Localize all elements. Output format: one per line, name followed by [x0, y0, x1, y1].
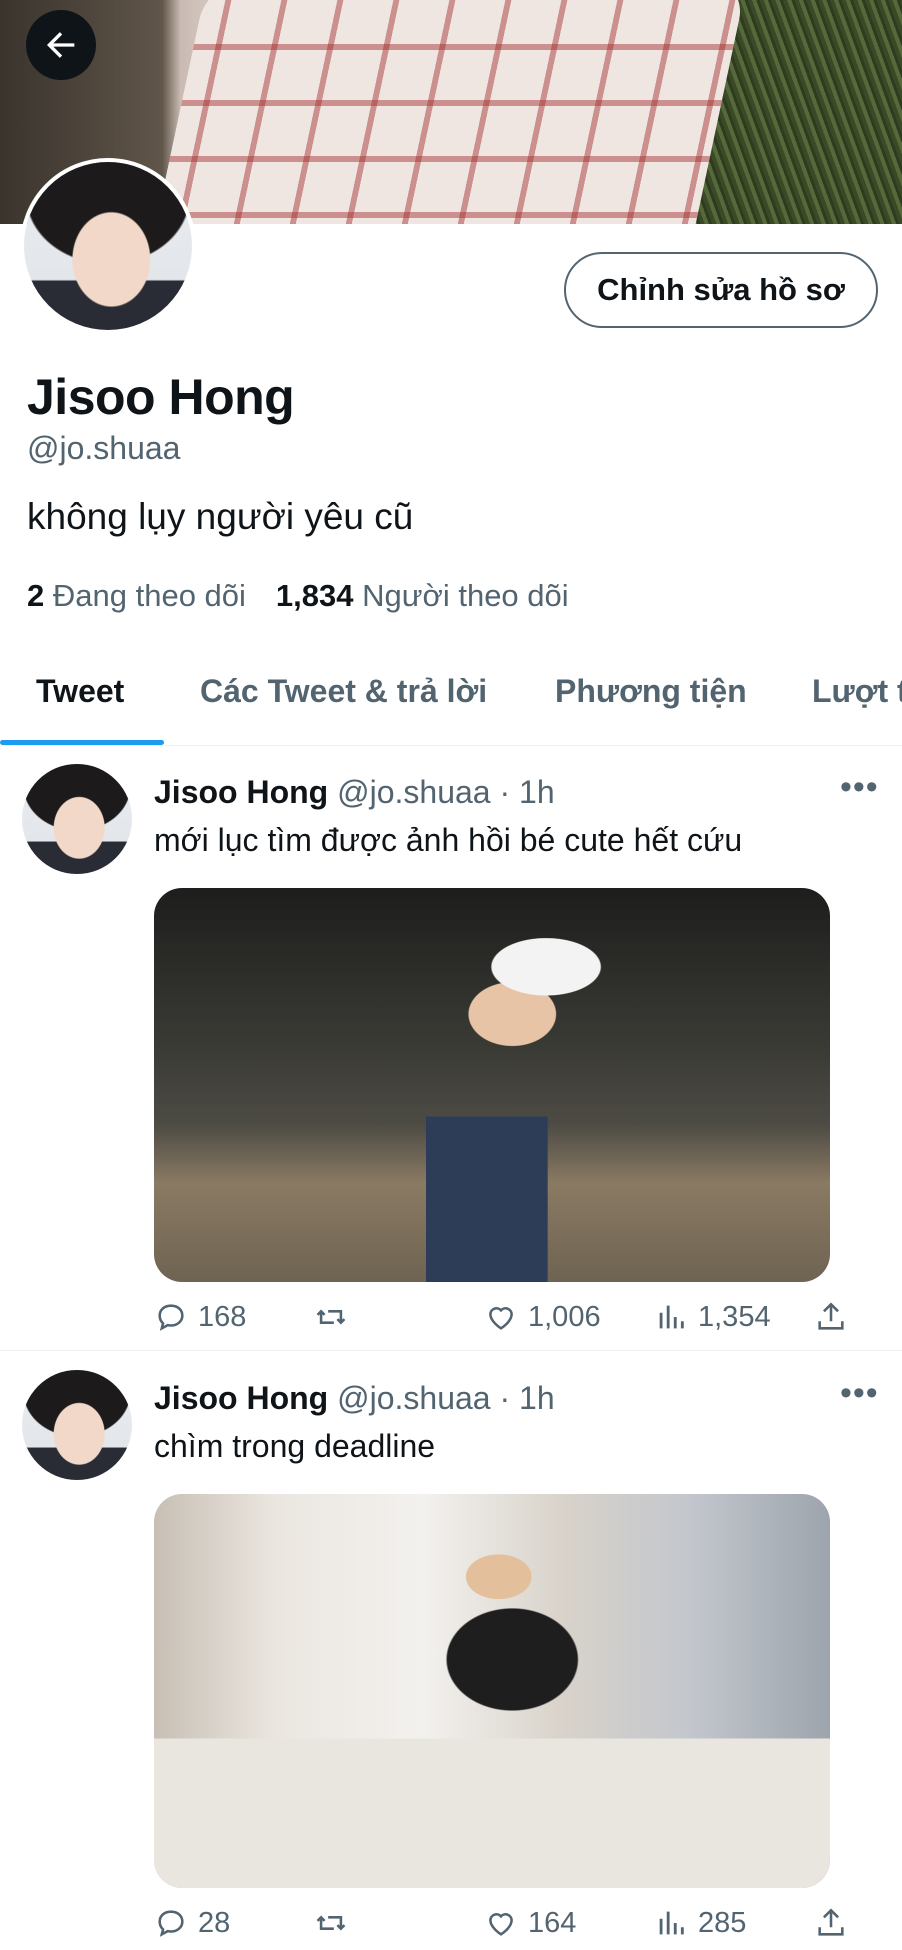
banner-plaid	[152, 0, 748, 224]
tweet-photo	[154, 1494, 830, 1888]
back-button[interactable]	[26, 10, 96, 80]
reply-icon	[158, 1910, 184, 1937]
tweet-author-name[interactable]: Jisoo Hong	[154, 774, 328, 810]
tweet-media[interactable]	[154, 1494, 830, 1888]
reply-icon	[158, 1304, 184, 1331]
tab-likes[interactable]: Lượt t	[812, 673, 902, 710]
follow-stats: 2 Đang theo dõi 1,834 Người theo dõi	[27, 578, 599, 614]
tweet-text: mới lục tìm được ảnh hồi bé cute hết cứu	[154, 822, 743, 858]
followers-link[interactable]: 1,834 Người theo dõi	[276, 578, 569, 614]
tweet-text: chìm trong deadline	[154, 1428, 436, 1464]
like-count: 164	[528, 1906, 577, 1939]
like-icon	[489, 1307, 513, 1330]
views-count: 1,354	[698, 1300, 771, 1333]
tweet-actions: 168 1,006 1,354	[154, 1300, 854, 1344]
tweet-photo	[154, 888, 830, 1282]
following-label: Đang theo dõi	[52, 578, 246, 613]
tweet-divider	[0, 1350, 902, 1351]
avatar-image	[22, 764, 132, 874]
active-tab-indicator	[0, 740, 164, 745]
following-count: 2	[27, 578, 45, 613]
share-icon	[818, 1908, 844, 1936]
tweet-avatar[interactable]	[22, 764, 132, 874]
tweet-actions: 28 164 285	[154, 1906, 854, 1950]
profile-tabs: Tweet Các Tweet & trả lời Phương tiện Lư…	[0, 655, 902, 746]
retweet-icon	[316, 1915, 346, 1931]
retweet-icon	[316, 1309, 346, 1325]
views-count: 285	[698, 1906, 747, 1939]
tab-tweets[interactable]: Tweet	[36, 673, 124, 710]
tweet-author-name[interactable]: Jisoo Hong	[154, 1380, 328, 1416]
profile-avatar[interactable]	[20, 158, 196, 334]
views-icon	[659, 1911, 684, 1935]
share-button[interactable]	[814, 1906, 848, 1940]
tab-tweets-replies[interactable]: Các Tweet & trả lời	[200, 673, 487, 710]
followers-label: Người theo dõi	[362, 578, 569, 613]
share-button[interactable]	[814, 1300, 848, 1334]
tweet-header: Jisoo Hong @jo.shuaa · 1h	[154, 1380, 555, 1417]
tweet-header: Jisoo Hong @jo.shuaa · 1h	[154, 774, 555, 811]
avatar-image	[24, 162, 192, 330]
reply-button[interactable]: 168	[154, 1300, 246, 1334]
edit-profile-button[interactable]: Chỉnh sửa hồ sơ	[564, 252, 878, 328]
more-icon[interactable]: •••	[840, 768, 879, 807]
display-name: Jisoo Hong	[27, 369, 295, 425]
retweet-button[interactable]	[314, 1906, 348, 1940]
more-icon[interactable]: •••	[840, 1374, 879, 1413]
views-icon	[659, 1305, 684, 1329]
tweet-media[interactable]	[154, 888, 830, 1282]
tweet-meta: @jo.shuaa · 1h	[337, 774, 555, 810]
reply-count: 28	[198, 1906, 231, 1939]
views-button[interactable]: 285	[654, 1906, 746, 1940]
reply-count: 168	[198, 1300, 247, 1333]
tweet-avatar[interactable]	[22, 1370, 132, 1480]
retweet-button[interactable]	[314, 1300, 348, 1334]
like-count: 1,006	[528, 1300, 601, 1333]
like-icon	[489, 1913, 513, 1936]
share-icon	[818, 1302, 844, 1330]
profile-handle: @jo.shuaa	[27, 430, 181, 466]
followers-count: 1,834	[275, 578, 354, 613]
arrow-left-icon	[47, 32, 75, 58]
avatar-image	[22, 1370, 132, 1480]
tab-media[interactable]: Phương tiện	[555, 673, 747, 710]
reply-button[interactable]: 28	[154, 1906, 230, 1940]
views-button[interactable]: 1,354	[654, 1300, 771, 1334]
profile-bio: không lụy người yêu cũ	[27, 496, 414, 537]
following-link[interactable]: 2 Đang theo dõi	[27, 578, 246, 614]
like-button[interactable]: 1,006	[484, 1300, 601, 1334]
tweet-meta: @jo.shuaa · 1h	[337, 1380, 555, 1416]
like-button[interactable]: 164	[484, 1906, 576, 1940]
